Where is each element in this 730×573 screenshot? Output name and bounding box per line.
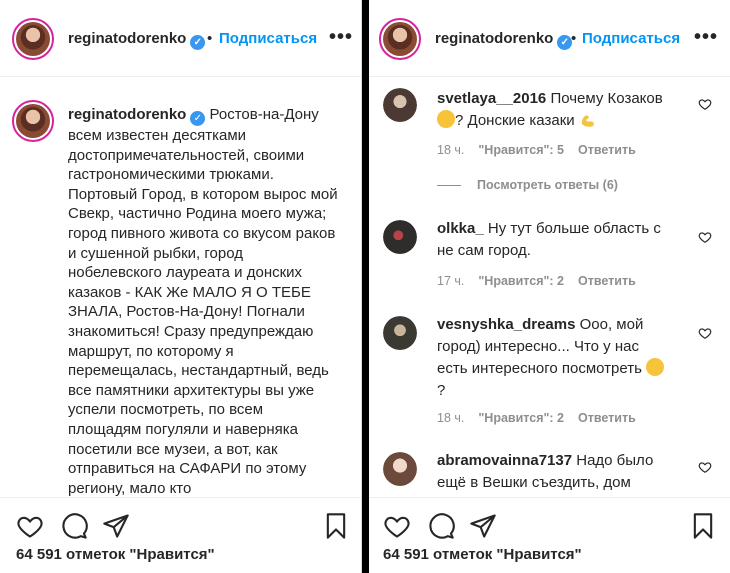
reply-button[interactable]: Ответить — [578, 274, 636, 288]
bookmark-icon[interactable] — [322, 512, 350, 540]
comment-likes[interactable]: "Нравится": 2 — [478, 411, 564, 425]
crazy-face-emoji-icon — [646, 358, 665, 376]
commenter-avatar[interactable] — [383, 220, 417, 254]
comment-meta: 17 ч. "Нравится": 2 Ответить — [437, 274, 650, 288]
share-icon[interactable] — [102, 512, 130, 540]
caption-text: Ростов-на-Дону всем известен десятками д… — [68, 106, 338, 497]
commenter-username[interactable]: olkka_ — [437, 220, 484, 237]
more-icon[interactable]: ••• — [329, 26, 353, 49]
comment-text: olkka_ Ну тут больше область с не сам го… — [437, 218, 669, 262]
heart-icon[interactable] — [698, 230, 712, 244]
avatar[interactable] — [12, 18, 54, 60]
post-header: reginatodorenko ✓ • Подписаться ••• — [0, 0, 361, 77]
divider-line — [437, 185, 461, 187]
reply-button[interactable]: Ответить — [578, 143, 636, 157]
username-text: reginatodorenko — [435, 30, 554, 47]
commenter-avatar[interactable] — [383, 88, 417, 122]
separator-dot: • — [207, 30, 213, 47]
post-header: reginatodorenko ✓ • Подписаться ••• — [369, 0, 730, 77]
verified-icon: ✓ — [190, 111, 206, 126]
heart-icon[interactable] — [698, 97, 712, 111]
comment-body-cont: ? Донские казаки — [455, 112, 575, 129]
comment-time[interactable]: 18 ч. — [437, 143, 464, 157]
commenter-username[interactable]: svetlaya__2016 — [437, 90, 546, 107]
heart-icon[interactable] — [383, 512, 411, 540]
caption: reginatodorenko ✓ Ростов-на-Дону всем изв… — [68, 105, 340, 498]
caption-avatar[interactable] — [12, 100, 54, 142]
follow-button[interactable]: Подписаться — [219, 30, 317, 47]
comment-icon[interactable] — [427, 512, 455, 540]
view-replies-button[interactable]: Посмотреть ответы (6) — [437, 178, 618, 192]
view-replies-label: Посмотреть ответы (6) — [477, 178, 618, 192]
post-panel-left: reginatodorenko ✓ • Подписаться ••• regin… — [0, 0, 362, 573]
caption-username[interactable]: reginatodorenko — [68, 106, 186, 123]
likes-count[interactable]: 64 591 отметок "Нравится" — [16, 546, 215, 563]
thinking-emoji-icon — [437, 110, 455, 128]
username-link[interactable]: reginatodorenko ✓ — [68, 30, 206, 50]
share-icon[interactable] — [469, 512, 497, 540]
flexed-biceps-emoji-icon — [581, 115, 594, 127]
comment-icon[interactable] — [60, 512, 88, 540]
comment-text: abramovainna7137 Надо было ещё в Вешки с… — [437, 450, 669, 494]
comment-body-cont: ? — [437, 382, 446, 399]
comment-likes[interactable]: "Нравится": 5 — [478, 143, 564, 157]
comment-time[interactable]: 18 ч. — [437, 411, 464, 425]
commenter-username[interactable]: vesnyshka_dreams — [437, 316, 575, 333]
commenter-username[interactable]: abramovainna7137 — [437, 452, 572, 469]
follow-button[interactable]: Подписаться — [582, 30, 680, 47]
post-panel-right: reginatodorenko ✓ • Подписаться ••• svetl… — [369, 0, 730, 573]
post-actions: 64 591 отметок "Нравится" — [369, 497, 730, 573]
avatar[interactable] — [379, 18, 421, 60]
separator-dot: • — [571, 30, 577, 47]
bookmark-icon[interactable] — [689, 512, 717, 540]
heart-icon[interactable] — [698, 460, 712, 474]
comment-time[interactable]: 17 ч. — [437, 274, 464, 288]
commenter-avatar[interactable] — [383, 316, 417, 350]
username-link[interactable]: reginatodorenko ✓ — [435, 30, 573, 50]
more-icon[interactable]: ••• — [694, 26, 718, 49]
comment-text: vesnyshka_dreams Ооо, мой город) интерес… — [437, 314, 669, 402]
username-text: reginatodorenko — [68, 30, 187, 47]
comment-body: Почему Козаков — [550, 90, 663, 107]
comment-meta: 18 ч. "Нравится": 2 Ответить — [437, 411, 650, 425]
heart-icon[interactable] — [698, 326, 712, 340]
comment-likes[interactable]: "Нравится": 2 — [478, 274, 564, 288]
reply-button[interactable]: Ответить — [578, 411, 636, 425]
heart-icon[interactable] — [16, 512, 44, 540]
verified-icon: ✓ — [190, 35, 206, 50]
likes-count[interactable]: 64 591 отметок "Нравится" — [383, 546, 582, 563]
comment-meta: 18 ч. "Нравится": 5 Ответить — [437, 143, 650, 157]
commenter-avatar[interactable] — [383, 452, 417, 486]
post-actions: 64 591 отметок "Нравится" — [0, 497, 361, 573]
comment-text: svetlaya__2016 Почему Козаков ? Донские … — [437, 88, 669, 132]
